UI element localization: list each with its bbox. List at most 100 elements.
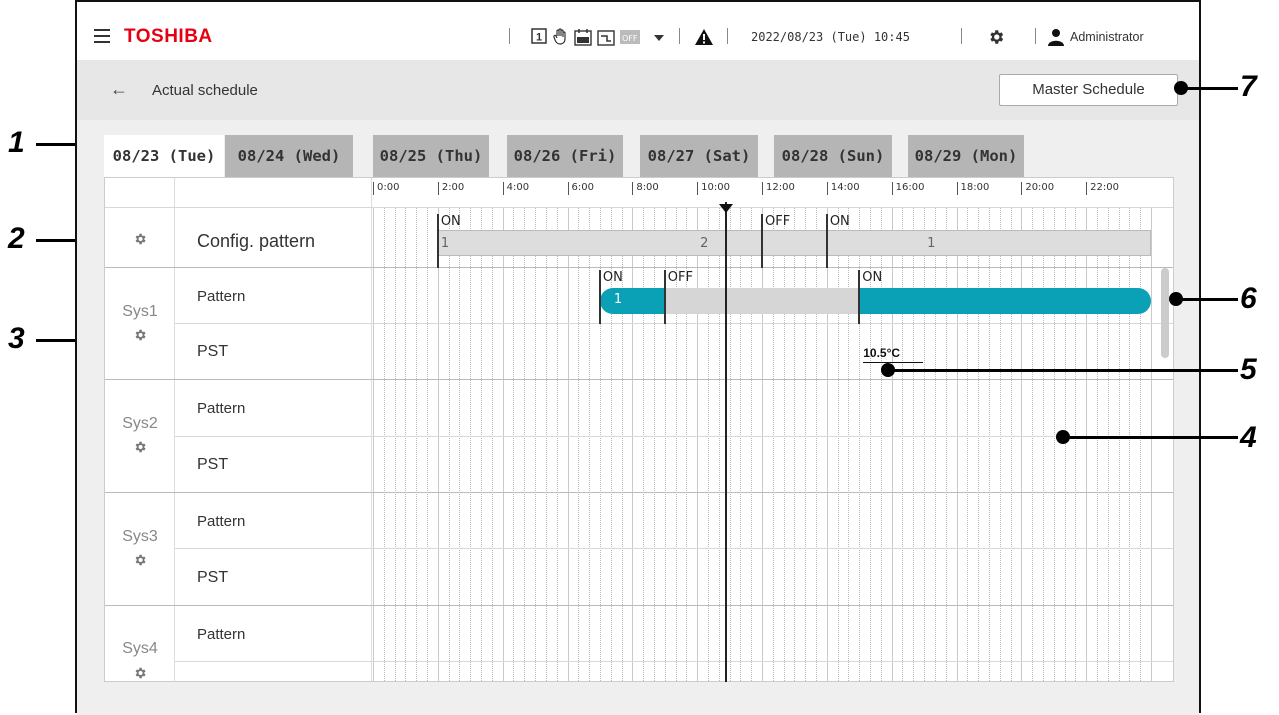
- sys3-gear-icon[interactable]: [133, 553, 147, 567]
- grid-line: [416, 207, 418, 681]
- sys1-gear-icon[interactable]: [133, 328, 147, 342]
- grid-line: [383, 207, 385, 681]
- callout-7-line: [1180, 87, 1238, 90]
- sys1-off-segment[interactable]: [664, 288, 860, 314]
- callout-5-dot: [881, 363, 895, 377]
- master-schedule-button[interactable]: Master Schedule: [999, 74, 1178, 106]
- grid-line: [837, 207, 839, 681]
- grid-line: [1032, 207, 1034, 681]
- mode-1-icon[interactable]: 1: [531, 28, 547, 46]
- sys2-gear-icon[interactable]: [133, 440, 147, 454]
- grid-line: [999, 207, 1001, 681]
- tab-08-25[interactable]: 08/25 (Thu): [373, 135, 489, 177]
- hour-label: 8:00: [632, 182, 659, 195]
- sys1-on-segment[interactable]: [599, 288, 665, 314]
- back-arrow-icon[interactable]: ←: [110, 79, 128, 100]
- brand-logo: TOSHIBA: [124, 26, 213, 47]
- calendar-off-icon[interactable]: [574, 28, 592, 46]
- grid-line: [448, 207, 450, 681]
- row-divider: [105, 267, 1173, 268]
- callout-2: 2: [8, 222, 25, 255]
- sys4-gear-icon[interactable]: [133, 666, 147, 680]
- grid-line: [513, 207, 515, 681]
- event-marker: [761, 214, 763, 268]
- config-gear-icon[interactable]: [133, 232, 147, 246]
- grid-line: [459, 207, 461, 681]
- grid-line: [978, 207, 980, 681]
- grid-line: [772, 207, 774, 681]
- grid-line: [816, 207, 818, 681]
- grid-line: [707, 207, 709, 681]
- tab-08-26[interactable]: 08/26 (Fri): [507, 135, 623, 177]
- schedule-icon[interactable]: [597, 28, 615, 46]
- grid-line: [902, 207, 904, 681]
- row-divider: [105, 605, 1173, 606]
- grid-line: [405, 207, 407, 681]
- callout-7-dot: [1174, 81, 1188, 95]
- event-marker: [436, 214, 439, 268]
- dropdown-icon[interactable]: [653, 28, 665, 46]
- callout-4-line: [1062, 436, 1238, 439]
- tab-08-23[interactable]: 08/23 (Tue): [104, 135, 224, 177]
- hour-label: 6:00: [567, 182, 594, 195]
- grid-line: [524, 207, 526, 681]
- config-pattern-label: Config. pattern: [197, 231, 316, 251]
- grid-line: [437, 207, 439, 681]
- grid-line: [740, 207, 742, 681]
- grid-line: [1107, 207, 1109, 681]
- callout-5-line: [885, 369, 1238, 372]
- hour-label: 18:00: [956, 182, 989, 195]
- mode-number: 1: [536, 32, 542, 44]
- grid-line: [967, 207, 969, 681]
- grid-line: [1151, 207, 1152, 681]
- hour-label: 2:00: [437, 182, 464, 195]
- gear-icon[interactable]: [987, 28, 1005, 46]
- event-label: 2: [700, 236, 709, 251]
- tab-08-27[interactable]: 08/27 (Sat): [640, 135, 758, 177]
- callout-1: 1: [8, 126, 25, 159]
- event-label: OFF: [765, 214, 791, 229]
- grid-line: [1021, 207, 1023, 681]
- grid-line: [1053, 207, 1055, 681]
- sys1-on-segment-2[interactable]: [859, 288, 1151, 314]
- vertical-scrollbar[interactable]: [1161, 268, 1169, 358]
- grid-line: [1118, 207, 1120, 681]
- sys1-pst-label: PST: [197, 343, 229, 360]
- tab-08-28[interactable]: 08/28 (Sun): [774, 135, 892, 177]
- row-divider: [175, 661, 1173, 662]
- sys2-label: Sys2: [122, 415, 158, 432]
- grid-line: [643, 207, 645, 681]
- separator: [679, 28, 680, 44]
- grid-line: [1042, 207, 1044, 681]
- grid-line: [924, 207, 926, 681]
- grid-line: [567, 207, 569, 681]
- event-marker: [663, 270, 666, 324]
- warning-icon[interactable]: [694, 28, 714, 46]
- config-pattern-bar[interactable]: [437, 230, 1151, 256]
- event-marker: [825, 214, 828, 268]
- event-label: ON: [862, 270, 883, 285]
- app-window: TOSHIBA 1 OFF 2022/08/23 (Tue) 10:45 Adm…: [75, 0, 1201, 715]
- grid-line: [589, 207, 591, 681]
- grid-line: [491, 207, 493, 681]
- grid-line: [373, 207, 374, 681]
- off-icon[interactable]: OFF: [620, 28, 640, 46]
- hand-icon[interactable]: [552, 28, 568, 46]
- separator: [727, 28, 728, 44]
- row-divider: [175, 323, 1173, 324]
- callout-6-line: [1180, 298, 1238, 301]
- separator: [509, 28, 510, 44]
- grid-line: [556, 207, 558, 681]
- tab-08-29[interactable]: 08/29 (Mon): [908, 135, 1024, 177]
- user-icon[interactable]: [1048, 28, 1064, 46]
- menu-icon[interactable]: [94, 29, 110, 43]
- grid-line: [535, 207, 537, 681]
- tab-08-24[interactable]: 08/24 (Wed): [225, 135, 353, 177]
- grid-line: [578, 207, 580, 681]
- sys4-pattern-label: Pattern: [197, 626, 246, 643]
- sub-bar: ← Actual schedule Master Schedule: [77, 60, 1199, 120]
- sys1-pst-value[interactable]: 10.5°C: [863, 346, 924, 363]
- sys3-pattern-label: Pattern: [197, 513, 246, 530]
- user-name[interactable]: Administrator: [1070, 30, 1144, 44]
- callout-5: 5: [1240, 353, 1257, 386]
